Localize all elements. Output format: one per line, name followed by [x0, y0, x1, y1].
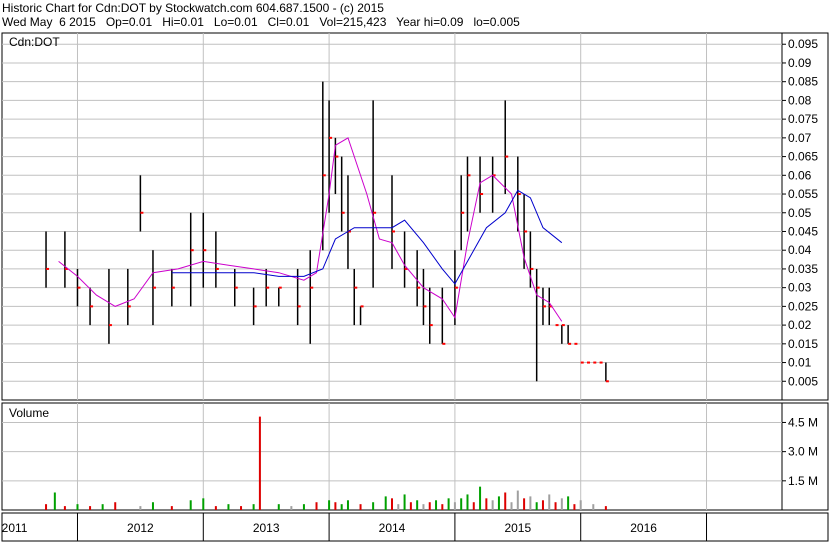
price-tick-label: 0.02	[788, 318, 812, 332]
volume-bar	[328, 500, 331, 510]
volume-bar	[541, 500, 544, 510]
price-tick-label: 0.065	[788, 150, 818, 164]
price-tick-label: 0.01	[788, 356, 812, 370]
volume-bar	[592, 504, 595, 510]
volume-bar	[435, 500, 438, 510]
volume-bar	[504, 492, 507, 510]
price-panel-frame	[1, 32, 829, 401]
volume-bar	[416, 500, 419, 510]
volume-bar	[479, 486, 482, 510]
volume-bar	[491, 500, 494, 510]
volume-bar	[460, 498, 463, 510]
price-tick-label: 0.055	[788, 187, 818, 201]
volume-bar	[535, 502, 538, 510]
volume-bar	[516, 490, 519, 510]
volume-bar	[422, 504, 425, 510]
volume-bar	[359, 504, 362, 510]
price-tick-label: 0.05	[788, 206, 812, 220]
volume-bar	[372, 502, 375, 510]
volume-bar	[529, 496, 532, 510]
volume-bar	[277, 504, 280, 510]
volume-bar	[523, 498, 526, 510]
volume-bar	[227, 504, 230, 510]
volume-bar	[101, 504, 104, 510]
volume-bar	[466, 494, 469, 510]
volume-bar	[240, 506, 243, 510]
stock-chart: 0.005 0.01 0.015 0.02 0.025 0.03 0.035 0.04 0.04…	[1, 32, 829, 542]
volume-bar	[151, 502, 154, 510]
volume-bar	[114, 502, 117, 510]
volume-bar	[485, 498, 488, 510]
volume-panel-title: Volume	[9, 406, 49, 420]
volume-bar	[397, 504, 400, 510]
year-label: 2013	[253, 521, 280, 535]
volume-bar	[315, 502, 318, 510]
volume-bar	[428, 502, 431, 510]
volume-tick-label: 3.0 M	[788, 445, 818, 459]
volume-bar	[403, 494, 406, 510]
volume-panel: 1.5 M 3.0 M 4.5 M Volume	[1, 402, 829, 511]
volume-bar	[604, 506, 607, 510]
volume-bar	[334, 502, 337, 510]
volume-bar	[573, 504, 576, 510]
volume-bar	[346, 500, 349, 510]
volume-bar	[497, 496, 500, 510]
price-panel: 0.005 0.01 0.015 0.02 0.025 0.03 0.035 0.04 0.04…	[1, 32, 829, 401]
volume-bar	[302, 504, 305, 510]
volume-bar	[139, 506, 142, 510]
volume-tick-label: 1.5 M	[788, 474, 818, 488]
volume-bar	[453, 502, 456, 510]
year-label: 2016	[630, 521, 657, 535]
year-axis: 2011 2012 2013 2014 2015 2016	[1, 512, 829, 542]
year-axis-frame	[1, 512, 829, 542]
volume-bar	[63, 506, 66, 510]
volume-bar	[53, 492, 56, 510]
volume-bar	[189, 500, 192, 510]
volume-bar	[290, 506, 293, 510]
price-tick-label: 0.045	[788, 224, 818, 238]
volume-bar	[384, 496, 387, 510]
volume-bar	[554, 502, 557, 510]
volume-bar	[76, 504, 79, 510]
volume-bar	[258, 416, 261, 510]
price-tick-label: 0.09	[788, 56, 812, 70]
volume-bar	[170, 506, 173, 510]
price-tick-label: 0.015	[788, 337, 818, 351]
volume-bar	[202, 498, 205, 510]
price-tick-label: 0.025	[788, 299, 818, 313]
volume-tick-label: 4.5 M	[788, 415, 818, 429]
price-tick-label: 0.035	[788, 262, 818, 276]
volume-bar	[560, 498, 563, 510]
price-tick-label: 0.085	[788, 75, 818, 89]
price-tick-label: 0.08	[788, 93, 812, 107]
volume-bar	[340, 504, 343, 510]
price-tick-label: 0.03	[788, 281, 812, 295]
volume-bar	[252, 504, 255, 510]
price-tick-label: 0.07	[788, 131, 812, 145]
price-tick-label: 0.06	[788, 168, 812, 182]
volume-panel-frame	[1, 402, 829, 511]
volume-bar	[579, 500, 582, 510]
year-label: 2012	[127, 521, 154, 535]
price-tick-label: 0.005	[788, 374, 818, 388]
volume-bar	[567, 496, 570, 510]
volume-bar	[89, 506, 92, 510]
volume-bar	[214, 506, 217, 510]
year-label: 2011	[2, 521, 28, 535]
price-panel-title: Cdn:DOT	[9, 35, 60, 49]
volume-bar	[472, 502, 475, 510]
volume-bar	[409, 502, 412, 510]
price-tick-label: 0.095	[788, 37, 818, 51]
volume-bar	[548, 494, 551, 510]
year-label: 2015	[504, 521, 531, 535]
volume-bar	[441, 504, 444, 510]
volume-bar	[447, 498, 450, 510]
volume-bar	[45, 504, 48, 510]
price-tick-label: 0.04	[788, 243, 812, 257]
volume-bar	[510, 502, 513, 510]
price-tick-label: 0.075	[788, 112, 818, 126]
year-label: 2014	[379, 521, 406, 535]
volume-bar	[391, 498, 393, 510]
